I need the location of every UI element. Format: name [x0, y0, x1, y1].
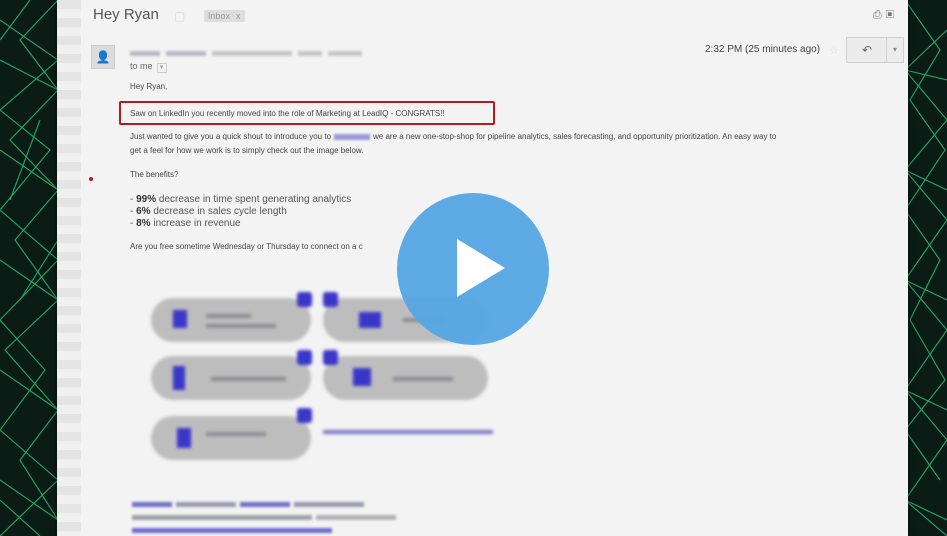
recipient-line[interactable]: to me ▾: [130, 61, 167, 73]
inbox-label[interactable]: Inbox x: [204, 10, 245, 22]
label-close-icon[interactable]: x: [236, 11, 241, 21]
benefit-item: - 8% increase in revenue: [130, 218, 241, 229]
closing-line: Are you free sometime Wednesday or Thurs…: [130, 242, 363, 251]
avatar: 👤: [91, 45, 115, 69]
importance-icon[interactable]: ▢: [174, 9, 185, 23]
page-margin: [57, 0, 81, 536]
benefit-item: - 99% decrease in time spent generating …: [130, 194, 352, 205]
intro-paragraph: Just wanted to give you a quick shout to…: [130, 132, 777, 141]
star-icon[interactable]: ☆: [829, 44, 839, 57]
benefit-item: - 6% decrease in sales cycle length: [130, 206, 287, 217]
expand-details-icon: ▾: [156, 63, 167, 73]
greeting: Hey Ryan,: [130, 82, 168, 91]
timestamp: 2:32 PM (25 minutes ago): [705, 44, 821, 55]
print-icon[interactable]: ⎙▣: [873, 9, 898, 22]
more-options-button[interactable]: ▾: [886, 37, 904, 63]
video-play-button[interactable]: [397, 193, 549, 345]
intro-paragraph-line2: get a feel for how we work is to simply …: [130, 146, 364, 155]
benefits-heading: The benefits?: [130, 170, 179, 179]
email-subject: Hey Ryan: [93, 6, 159, 23]
highlighted-line: Saw on LinkedIn you recently moved into …: [130, 109, 445, 118]
company-link-redacted[interactable]: [334, 133, 371, 140]
sender-name-redacted: [130, 43, 390, 56]
signature-link-redacted[interactable]: [132, 520, 336, 536]
reply-button[interactable]: ↶: [846, 37, 888, 63]
margin-marker: [89, 177, 93, 181]
